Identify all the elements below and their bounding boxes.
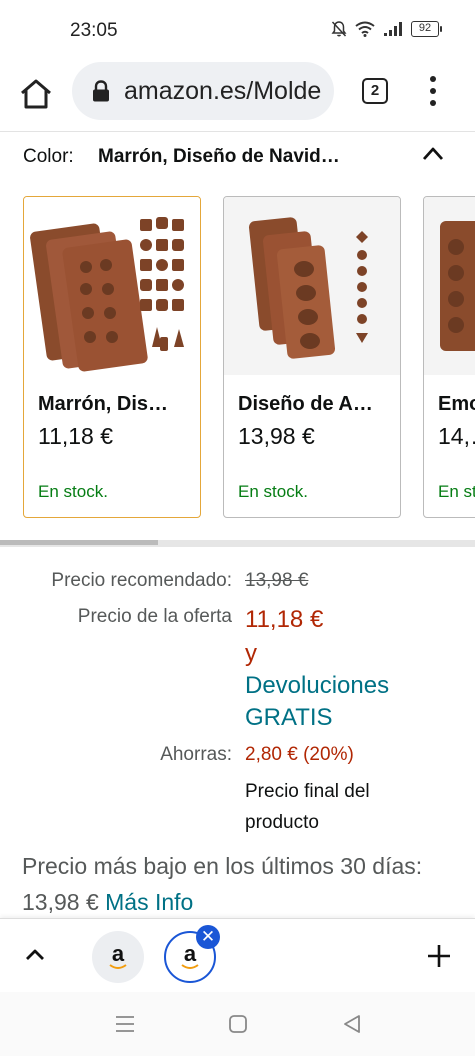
savings-label: Ahorras: [160, 744, 232, 765]
home-icon[interactable] [18, 76, 54, 112]
variant-stock: En stock. [238, 482, 308, 501]
variant-stock: En st… [438, 482, 475, 501]
tab-amazon-1[interactable]: a [92, 931, 144, 983]
amazon-smile-icon [181, 964, 199, 969]
color-label: Color: [23, 146, 74, 167]
status-icons: 92 [331, 20, 442, 38]
list-price-value: 13,98 € [245, 570, 309, 591]
offer-and-text: y [245, 640, 257, 667]
battery-icon: 92 [411, 21, 442, 37]
offer-price-value: 11,18 € [245, 606, 324, 633]
signal-icon [384, 22, 402, 36]
product-image-emoji-molds [424, 197, 475, 375]
variant-name: Emo… [438, 393, 475, 415]
variant-stock: En stock. [38, 482, 108, 501]
variant-price: 13,98 € [238, 423, 315, 449]
tab-strip: a a ✕ [0, 918, 475, 992]
system-nav-bar [0, 992, 475, 1056]
product-image-animal-molds [224, 197, 400, 375]
variant-card-2[interactable]: Diseño de A… 13,98 € En stock. [223, 196, 401, 518]
variant-price: 14,… [438, 423, 475, 449]
final-price-note: Precio final del producto [245, 781, 370, 833]
variant-card-3[interactable]: Emo… 14,… En st… [423, 196, 475, 518]
list-price-label: Precio recomendado: [51, 570, 232, 591]
free-returns-link[interactable]: Devoluciones GRATIS [245, 670, 435, 734]
new-tab-plus-icon[interactable] [426, 943, 452, 969]
bell-muted-icon [331, 21, 347, 37]
overflow-menu-icon[interactable] [424, 76, 442, 106]
wifi-icon [355, 21, 375, 37]
color-value: Marrón, Diseño de Navid… [98, 146, 340, 167]
close-tab-icon[interactable]: ✕ [196, 925, 220, 949]
amazon-smile-icon [109, 964, 127, 969]
tab-switcher-button[interactable]: 2 [362, 78, 388, 104]
recent-apps-icon[interactable] [113, 1012, 137, 1036]
home-nav-icon[interactable] [226, 1012, 250, 1036]
variant-price: 11,18 € [38, 423, 114, 449]
carousel-scrollbar[interactable] [0, 540, 475, 547]
lowest-price-note: Precio más bajo en los últimos 30 días: … [22, 848, 452, 920]
address-bar[interactable]: amazon.es/Molde [72, 62, 334, 120]
chevron-up-icon[interactable] [24, 947, 46, 963]
status-bar: 23:05 92 [0, 0, 475, 60]
lowest-price-text: Precio más bajo en los últimos 30 días: … [22, 853, 423, 915]
url-text: amazon.es/Molde [124, 76, 322, 105]
variant-name: Diseño de A… [238, 393, 373, 415]
variant-carousel[interactable]: Marrón, Dis… 11,18 € En stock. Diseño de… [0, 196, 475, 522]
lock-icon [93, 80, 109, 102]
chevron-up-icon[interactable] [421, 144, 445, 164]
status-time: 23:05 [70, 20, 118, 41]
browser-toolbar: amazon.es/Molde 2 [0, 60, 475, 132]
savings-value: 2,80 € (20%) [245, 744, 354, 765]
carousel-scroll-thumb[interactable] [0, 540, 158, 545]
back-icon[interactable] [340, 1012, 364, 1036]
offer-price-label: Precio de la oferta [77, 606, 232, 627]
variant-card-1[interactable]: Marrón, Dis… 11,18 € En stock. [23, 196, 201, 518]
product-image-christmas-molds [24, 197, 200, 375]
variant-name: Marrón, Dis… [38, 393, 169, 415]
color-selector[interactable]: Color: Marrón, Diseño de Navid… [0, 132, 475, 184]
more-info-link[interactable]: Más Info [105, 889, 193, 915]
